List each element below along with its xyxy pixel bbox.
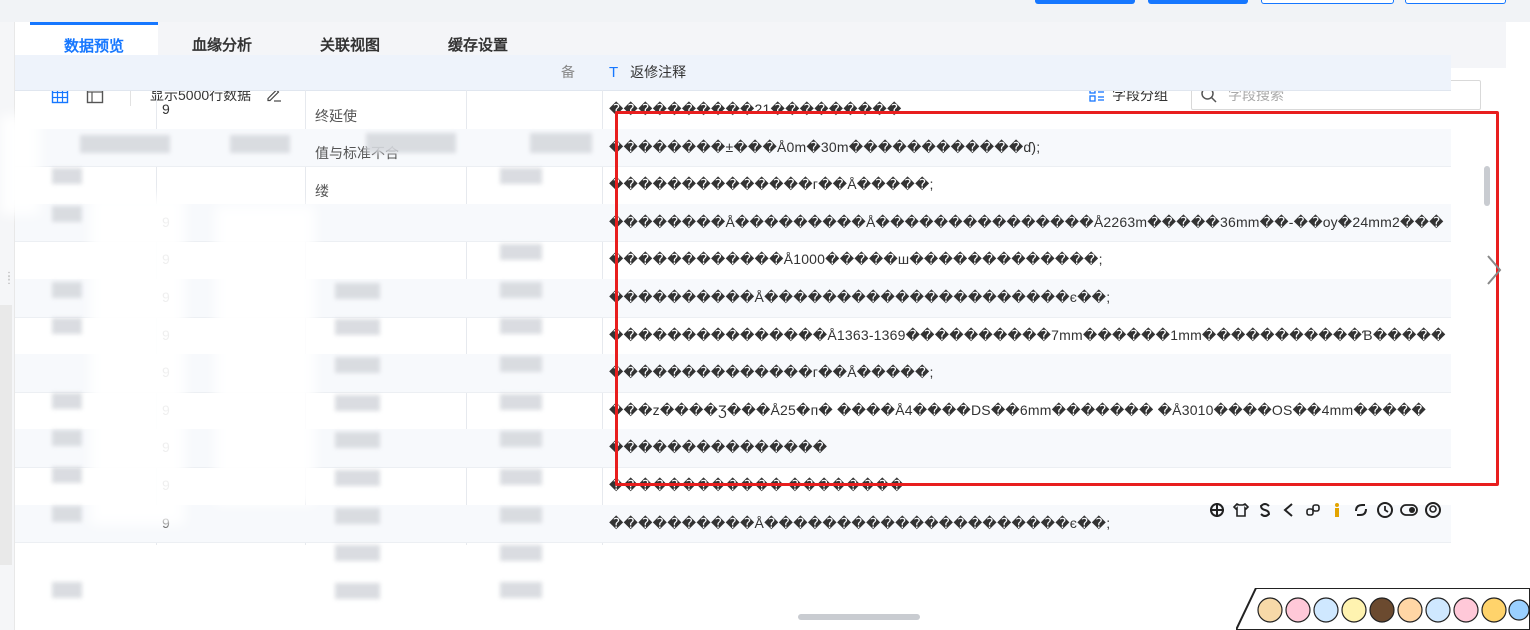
text-type-icon: T [609,64,619,81]
remark-cell: ��������������� [609,439,828,456]
target-icon[interactable] [1208,501,1226,519]
table-header: 备 T 返修注释 [15,55,1451,91]
search-circle-icon[interactable] [1424,501,1442,519]
partial-cell-text: 终延使 [315,108,357,124]
top-primary-button-2[interactable] [1148,0,1248,4]
link-icon[interactable] [1304,501,1322,519]
column-header-remark-label: 返修注释 [630,64,687,80]
table-row[interactable]: 9 ����������21��������� [15,91,1451,130]
remark-cell: ��������Å���������Å���������������Å2263m… [609,213,1444,230]
remark-cell: ��������������г��Å�����; [609,364,934,381]
shirt-icon[interactable] [1232,501,1250,519]
remark-cell: ���z����Ʒ���Å25�п� ����Å4����DS��6mm����… [609,401,1427,418]
toggle-icon[interactable] [1400,501,1418,519]
column-header-remark[interactable]: T 返修注释 [609,55,1409,90]
clock-icon[interactable] [1376,501,1394,519]
top-secondary-button-2[interactable] [1405,0,1506,4]
s-logo-icon[interactable] [1256,501,1274,519]
resize-grip-icon[interactable]: ⋮ ⋮ [4,272,15,286]
remark-cell: ��������±���Å0m�30m������������ɗ); [609,138,1041,155]
overlay-toolbar [1208,501,1442,519]
left-panel-bar [0,305,12,565]
column-header-partial: 备 [561,64,575,80]
vertical-scrollbar[interactable] [1483,162,1491,612]
horizontal-scroll-thumb[interactable] [798,614,920,620]
table-row[interactable]: ��������������г��Å�����; [15,166,1451,205]
remark-cell: ����������Å���������������������є��; [609,289,1111,305]
remark-cell: ������������Å1000�����ш�������������; [609,251,1103,268]
remark-cell: ����������21��������� [609,101,902,117]
remark-cell: ���������������Å1363-1369����������7mm��… [609,326,1446,343]
partial-cell-text: 缕 [315,183,329,199]
top-secondary-button-1[interactable] [1261,0,1394,4]
vertical-scroll-thumb[interactable] [1484,166,1490,206]
info-icon[interactable] [1328,501,1346,519]
remark-cell: ������������ �������� [609,477,905,493]
refresh-icon[interactable] [1352,501,1370,519]
chevron-right-icon[interactable] [1484,250,1504,290]
remark-cell: ��������������г��Å�����; [609,176,934,193]
row-number-cell: 9 [162,101,170,117]
top-primary-button-1[interactable] [1035,0,1135,4]
top-action-strip [0,0,1530,22]
animal-sticker-image [1236,588,1530,630]
share-icon[interactable] [1280,501,1298,519]
